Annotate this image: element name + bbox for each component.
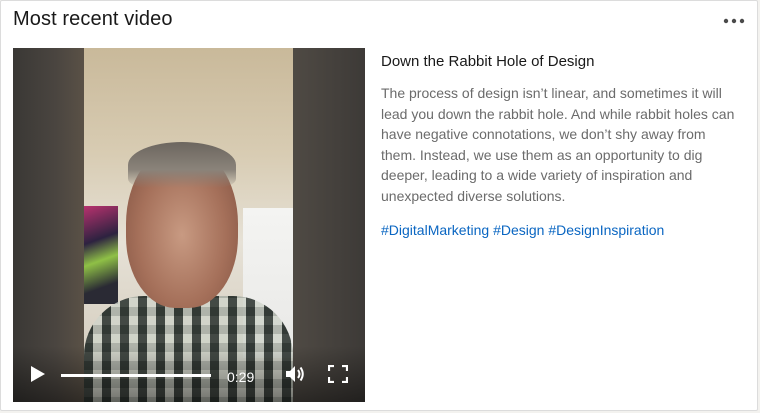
video-description: The process of design isn’t linear, and … <box>381 85 735 204</box>
card-title: Most recent video <box>13 8 173 30</box>
fullscreen-icon <box>327 364 349 388</box>
volume-button[interactable] <box>283 364 307 388</box>
video-progress-fill <box>61 374 211 377</box>
volume-icon <box>284 364 306 389</box>
video-frame-person-hair <box>128 142 236 188</box>
hashtag-list: #DigitalMarketing #Design #DesignInspira… <box>381 220 741 240</box>
video-card: Most recent video 0:29 Down the Rabbit H… <box>0 0 758 411</box>
play-button[interactable] <box>27 365 49 387</box>
video-title[interactable]: Down the Rabbit Hole of Design <box>381 52 741 72</box>
video-controls: 0:29 <box>13 346 365 402</box>
video-time: 0:29 <box>227 369 255 385</box>
video-frame-poster <box>84 206 118 304</box>
video-info: Down the Rabbit Hole of Design The proce… <box>381 52 741 240</box>
hashtag-link[interactable]: #Design <box>493 222 544 238</box>
more-options-button[interactable] <box>721 9 747 33</box>
video-player[interactable]: 0:29 <box>13 48 365 402</box>
video-progress-bar[interactable] <box>61 374 211 377</box>
hashtag-link[interactable]: #DigitalMarketing <box>381 222 489 238</box>
play-icon <box>30 365 46 388</box>
fullscreen-button[interactable] <box>326 364 350 388</box>
more-horizontal-icon <box>723 18 745 24</box>
hashtag-link[interactable]: #DesignInspiration <box>548 222 664 238</box>
